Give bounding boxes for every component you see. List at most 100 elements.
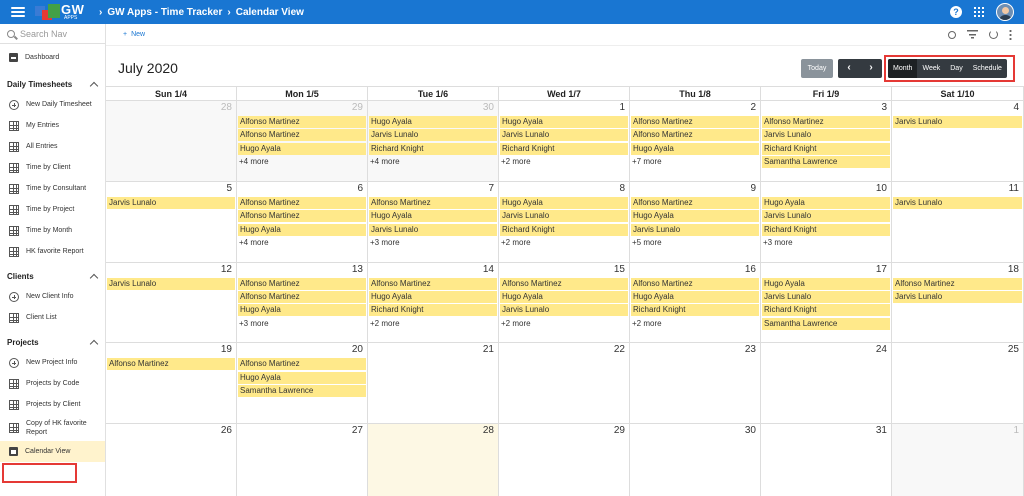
sidebar-item-copy-of-hk-favorite-report[interactable]: Copy of HK favorite Report [0, 415, 105, 441]
apps-grid-icon[interactable] [974, 7, 984, 17]
chevron-up-icon[interactable] [89, 81, 99, 90]
calendar-event[interactable]: Alfonso Martinez [762, 116, 890, 128]
calendar-event[interactable]: Richard Knight [631, 304, 759, 317]
day-number[interactable]: 21 [483, 344, 494, 355]
more-events-link[interactable]: +4 more [237, 156, 367, 168]
day-number[interactable]: 1 [619, 102, 625, 113]
day-number[interactable]: 29 [352, 102, 363, 113]
calendar-day-cell[interactable]: 3 Alfonso Martinez Jarvis Lunalo Richard Kn… [761, 101, 892, 181]
calendar-event[interactable]: Jarvis Lunalo [893, 196, 1022, 209]
view-week-button[interactable]: Week [917, 59, 945, 78]
calendar-event[interactable]: Hugo Ayala [369, 210, 497, 223]
help-icon[interactable]: ? [950, 6, 962, 18]
breadcrumb-page[interactable]: Calendar View [236, 7, 304, 18]
calendar-day-cell[interactable]: 10 Hugo Ayala Jarvis Lunalo Richard Knight +… [761, 181, 892, 262]
calendar-event[interactable]: Samantha Lawrence [762, 156, 890, 169]
today-button[interactable]: Today [801, 59, 833, 78]
more-events-link[interactable]: +4 more [368, 156, 498, 168]
more-events-link[interactable]: +4 more [237, 237, 367, 249]
calendar-event[interactable]: Richard Knight [762, 142, 890, 155]
calendar-day-cell[interactable]: 25 [892, 343, 1024, 424]
calendar-event[interactable]: Jarvis Lunalo [893, 290, 1022, 303]
view-month-button[interactable]: Month [888, 59, 918, 78]
calendar-event[interactable]: Alfonso Martinez [238, 290, 366, 303]
day-number[interactable]: 9 [750, 183, 756, 194]
day-number[interactable]: 7 [488, 183, 494, 194]
more-events-link[interactable]: +5 more [630, 237, 760, 249]
calendar-day-cell[interactable]: 9 Alfonso Martinez Hugo Ayala Jarvis Lunalo… [630, 181, 761, 262]
day-number[interactable]: 20 [352, 344, 363, 355]
calendar-day-cell[interactable]: 29 Alfonso Martinez Alfonso Martinez Hugo A… [237, 101, 368, 181]
menu-icon[interactable] [11, 7, 25, 17]
calendar-event[interactable]: Alfonso Martinez [369, 277, 497, 290]
calendar-day-cell[interactable]: 30 Hugo Ayala Jarvis Lunalo Richard Knight +… [368, 101, 499, 181]
more-events-link[interactable]: +2 more [499, 237, 629, 249]
day-number[interactable]: 30 [745, 425, 756, 436]
more-events-link[interactable]: +2 more [499, 318, 629, 330]
next-month-button[interactable]: › [860, 59, 882, 78]
calendar-day-cell[interactable]: 1 [892, 424, 1024, 496]
sidebar-item-new-client-info[interactable]: New Client Info [0, 286, 105, 307]
filter-icon[interactable] [967, 30, 978, 39]
calendar-event[interactable]: Alfonso Martinez [893, 277, 1022, 290]
calendar-event[interactable]: Jarvis Lunalo [762, 210, 890, 223]
day-number[interactable]: 26 [221, 425, 232, 436]
day-number[interactable]: 23 [745, 344, 756, 355]
more-events-link[interactable]: +3 more [368, 237, 498, 249]
sidebar-item-time-by-month[interactable]: Time by Month [0, 220, 105, 241]
calendar-event[interactable]: Hugo Ayala [238, 304, 366, 317]
calendar-day-cell[interactable]: 30 [630, 424, 761, 496]
calendar-event[interactable]: Hugo Ayala [238, 223, 366, 236]
calendar-day-cell[interactable]: 1 Hugo Ayala Jarvis Lunalo Richard Knight +2… [499, 101, 630, 181]
calendar-event[interactable]: Hugo Ayala [500, 290, 628, 303]
calendar-event[interactable]: Alfonso Martinez [238, 210, 366, 223]
day-number[interactable]: 13 [352, 264, 363, 275]
calendar-event[interactable]: Jarvis Lunalo [762, 290, 890, 303]
calendar-day-cell[interactable]: 12 Jarvis Lunalo [106, 262, 237, 343]
calendar-day-cell[interactable]: 22 [499, 343, 630, 424]
calendar-day-cell[interactable]: 2 Alfonso Martinez Alfonso Martinez Hugo Ay… [630, 101, 761, 181]
calendar-day-cell[interactable]: 18 Alfonso Martinez Jarvis Lunalo [892, 262, 1024, 343]
sidebar-item-new-project-info[interactable]: New Project Info [0, 352, 105, 373]
calendar-event[interactable]: Hugo Ayala [631, 142, 759, 155]
day-number[interactable]: 5 [226, 183, 232, 194]
calendar-event[interactable]: Hugo Ayala [238, 371, 366, 384]
calendar-day-cell[interactable]: 20 Alfonso Martinez Hugo Ayala Samantha Law… [237, 343, 368, 424]
calendar-event[interactable]: Richard Knight [500, 223, 628, 236]
day-number[interactable]: 3 [881, 102, 887, 113]
more-events-link[interactable]: +3 more [237, 318, 367, 330]
day-number[interactable]: 29 [614, 425, 625, 436]
calendar-event[interactable]: Alfonso Martinez [238, 129, 366, 142]
day-number[interactable]: 15 [614, 264, 625, 275]
search-icon[interactable] [948, 30, 956, 39]
calendar-event[interactable]: Jarvis Lunalo [762, 129, 890, 142]
day-number[interactable]: 12 [221, 264, 232, 275]
calendar-day-cell[interactable]: 13 Alfonso Martinez Alfonso Martinez Hugo A… [237, 262, 368, 343]
calendar-event[interactable]: Richard Knight [762, 223, 890, 236]
calendar-day-cell[interactable]: 29 [499, 424, 630, 496]
calendar-event[interactable]: Hugo Ayala [762, 277, 890, 290]
calendar-day-cell[interactable]: 31 [761, 424, 892, 496]
prev-month-button[interactable]: ‹ [838, 59, 860, 78]
calendar-day-cell[interactable]: 5 Jarvis Lunalo [106, 181, 237, 262]
more-events-link[interactable]: +3 more [761, 237, 891, 249]
day-number[interactable]: 18 [1008, 264, 1019, 275]
sidebar-item-calendar-view[interactable]: Calendar View [0, 441, 105, 462]
day-number[interactable]: 14 [483, 264, 494, 275]
calendar-event[interactable]: Hugo Ayala [369, 290, 497, 303]
sidebar-item-time-by-client[interactable]: Time by Client [0, 157, 105, 178]
calendar-event[interactable]: Alfonso Martinez [500, 277, 628, 290]
day-number[interactable]: 1 [1013, 425, 1019, 436]
nav-search[interactable]: Search Nav [0, 24, 105, 44]
sidebar-section-header[interactable]: Projects [0, 332, 105, 352]
calendar-day-cell[interactable]: 27 [237, 424, 368, 496]
day-number[interactable]: 30 [483, 102, 494, 113]
calendar-event[interactable]: Jarvis Lunalo [500, 304, 628, 317]
refresh-icon[interactable] [989, 30, 998, 39]
calendar-event[interactable]: Alfonso Martinez [631, 116, 759, 128]
day-number[interactable]: 6 [357, 183, 363, 194]
calendar-event[interactable]: Jarvis Lunalo [893, 116, 1022, 128]
calendar-event[interactable]: Hugo Ayala [631, 210, 759, 223]
day-number[interactable]: 31 [876, 425, 887, 436]
new-button[interactable]: + New [123, 31, 145, 38]
